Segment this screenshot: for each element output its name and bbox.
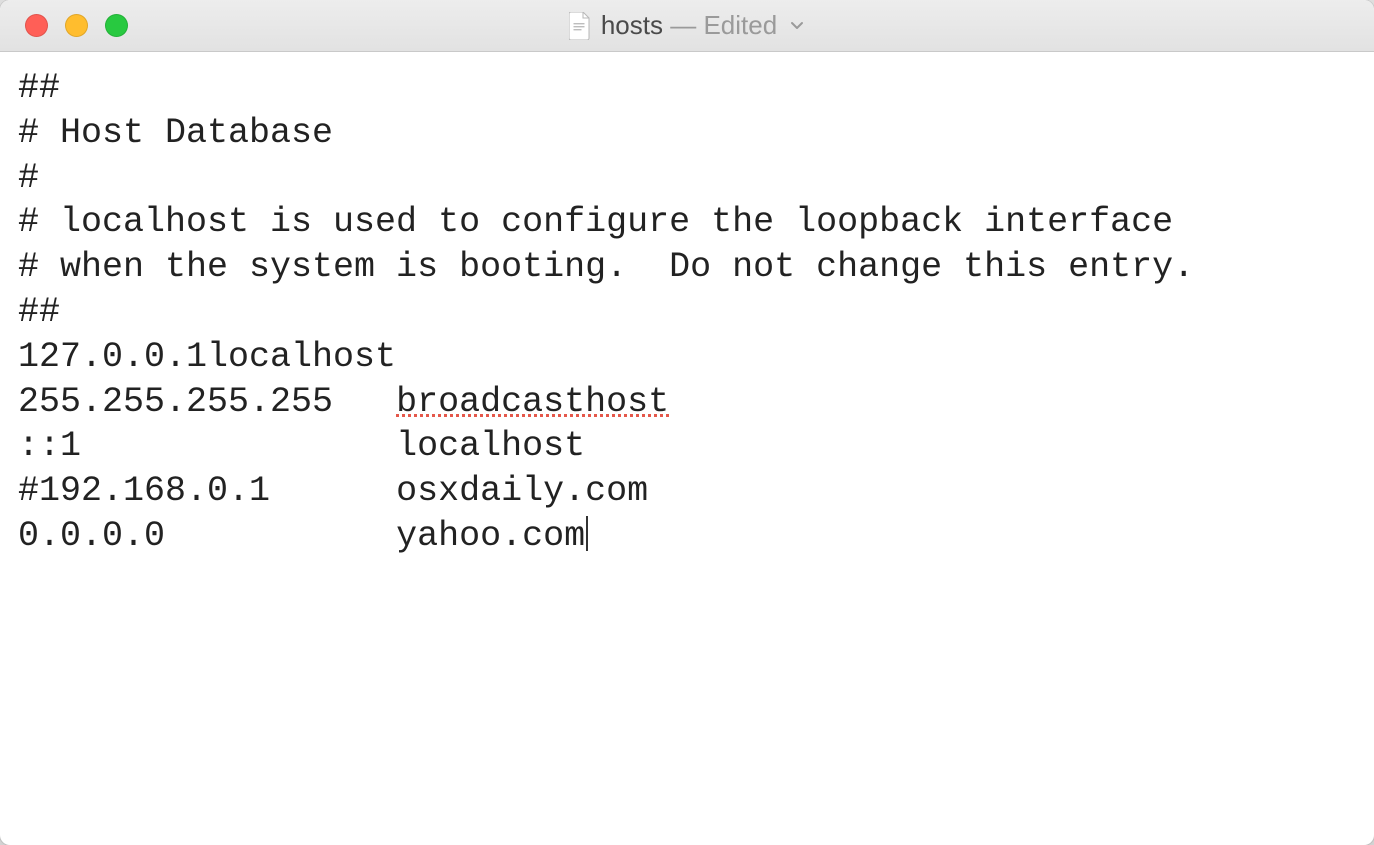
host-entry: #192.168.0.1 osxdaily.com [18, 471, 648, 511]
host-ip: 0.0.0.0 [18, 516, 165, 556]
file-line: ## [18, 292, 60, 332]
host-entry: 255.255.255.255 broadcasthost [18, 382, 669, 422]
text-editor-window: hosts — Edited ## # Host Database # # lo… [0, 0, 1374, 845]
file-line: # Host Database [18, 113, 333, 153]
host-name: yahoo.com [396, 516, 585, 556]
file-line: ## [18, 68, 60, 108]
host-entry: 0.0.0.0 yahoo.com [18, 516, 588, 556]
host-ip: ::1 [18, 426, 81, 466]
host-name: localhost [207, 337, 396, 377]
close-button[interactable] [25, 14, 48, 37]
titlebar[interactable]: hosts — Edited [0, 0, 1374, 52]
minimize-button[interactable] [65, 14, 88, 37]
title-separator: — [663, 10, 703, 40]
host-entry: ::1 localhost [18, 426, 585, 466]
file-line: # localhost is used to configure the loo… [18, 202, 1173, 242]
document-icon [569, 12, 591, 40]
maximize-button[interactable] [105, 14, 128, 37]
window-title: hosts — Edited [0, 10, 1374, 41]
file-line: # [18, 158, 39, 198]
file-line: # when the system is booting. Do not cha… [18, 247, 1194, 287]
title-filename: hosts [601, 10, 663, 40]
host-name: osxdaily.com [396, 471, 648, 511]
text-cursor [586, 516, 588, 551]
host-name: localhost [396, 426, 585, 466]
title-status: Edited [703, 10, 777, 40]
host-ip: #192.168.0.1 [18, 471, 270, 511]
host-ip: 127.0.0.1 [18, 337, 207, 377]
editor-area[interactable]: ## # Host Database # # localhost is used… [0, 52, 1374, 845]
host-name: broadcasthost [396, 382, 669, 422]
host-ip: 255.255.255.255 [18, 382, 333, 422]
chevron-down-icon[interactable] [789, 18, 805, 34]
host-entry: 127.0.0.1localhost [18, 335, 396, 380]
window-controls [0, 14, 128, 37]
file-text[interactable]: ## # Host Database # # localhost is used… [18, 66, 1356, 559]
